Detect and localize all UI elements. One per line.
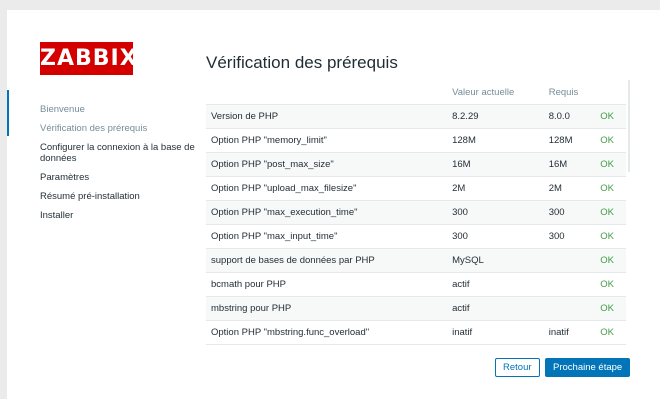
row-name: Option PHP "memory_limit" bbox=[206, 128, 453, 153]
row-status: OK bbox=[600, 248, 626, 273]
row-required: 2M bbox=[548, 176, 601, 201]
row-name: Option PHP "post_max_size" bbox=[206, 152, 453, 177]
header-required: Requis bbox=[548, 80, 601, 105]
step-db-connection: Configurer la connexion à la base de don… bbox=[40, 142, 195, 164]
row-status: OK bbox=[600, 152, 626, 177]
row-current: 300 bbox=[452, 200, 549, 225]
row-required bbox=[548, 272, 601, 297]
row-current: 300 bbox=[452, 224, 549, 249]
row-status: OK bbox=[600, 272, 626, 297]
row-status: OK bbox=[600, 224, 626, 249]
back-button[interactable]: Retour bbox=[495, 358, 540, 377]
step-prerequisites: Vérification des prérequis bbox=[40, 123, 148, 134]
row-current: 128M bbox=[452, 128, 549, 153]
row-required bbox=[548, 248, 601, 273]
row-status: OK bbox=[600, 104, 626, 129]
table-row: mbstring pour PHP actif OK bbox=[206, 296, 626, 321]
header-current-value: Valeur actuelle bbox=[452, 80, 549, 105]
row-current: 8.2.29 bbox=[452, 104, 549, 129]
table-row: Version de PHP 8.2.29 8.0.0 OK bbox=[206, 104, 626, 129]
row-required: 300 bbox=[548, 224, 601, 249]
table-row: Option PHP "memory_limit" 128M 128M OK bbox=[206, 128, 626, 153]
row-name: mbstring pour PHP bbox=[206, 296, 453, 321]
next-step-button[interactable]: Prochaine étape bbox=[545, 358, 631, 377]
step-settings: Paramètres bbox=[40, 172, 90, 183]
row-current: MySQL bbox=[452, 248, 549, 273]
row-name: bcmath pour PHP bbox=[206, 272, 453, 297]
zabbix-logo: ZABBIX bbox=[40, 42, 137, 75]
step-summary: Résumé pré-installation bbox=[40, 191, 140, 202]
table-row: Option PHP "upload_max_filesize" 2M 2M O… bbox=[206, 176, 626, 201]
row-required: 8.0.0 bbox=[548, 104, 601, 129]
row-current: actif bbox=[452, 272, 549, 297]
row-status: OK bbox=[600, 176, 626, 201]
table-scrollbar[interactable] bbox=[628, 80, 630, 172]
row-current: inatif bbox=[452, 320, 549, 345]
setup-steps-list: Bienvenue Vérification des prérequis Con… bbox=[40, 104, 200, 229]
row-status: OK bbox=[600, 320, 626, 345]
page-title: Vérification des prérequis bbox=[206, 53, 398, 72]
step-welcome: Bienvenue bbox=[40, 104, 85, 115]
table-header-row: Valeur actuelle Requis bbox=[206, 80, 626, 105]
row-required: 16M bbox=[548, 152, 601, 177]
row-name: Option PHP "max_input_time" bbox=[206, 224, 453, 249]
row-status: OK bbox=[600, 128, 626, 153]
header-name bbox=[206, 80, 453, 105]
row-current: 2M bbox=[452, 176, 549, 201]
table-row: support de bases de données par PHP MySQ… bbox=[206, 248, 626, 273]
row-required: 128M bbox=[548, 128, 601, 153]
row-name: Option PHP "upload_max_filesize" bbox=[206, 176, 453, 201]
row-status: OK bbox=[600, 296, 626, 321]
table-row: Option PHP "max_execution_time" 300 300 … bbox=[206, 200, 626, 225]
step-install: Installer bbox=[40, 210, 74, 221]
row-name: support de bases de données par PHP bbox=[206, 248, 453, 273]
row-current: 16M bbox=[452, 152, 549, 177]
prerequisites-table: Valeur actuelle Requis Version de PHP 8.… bbox=[206, 80, 626, 345]
header-status bbox=[600, 80, 626, 105]
row-name: Version de PHP bbox=[206, 104, 453, 129]
row-name: Option PHP "max_execution_time" bbox=[206, 200, 453, 225]
row-status: OK bbox=[600, 200, 626, 225]
table-row: bcmath pour PHP actif OK bbox=[206, 272, 626, 297]
row-required: inatif bbox=[548, 320, 601, 345]
row-current: actif bbox=[452, 296, 549, 321]
row-required bbox=[548, 296, 601, 321]
row-required: 300 bbox=[548, 200, 601, 225]
row-name: Option PHP "mbstring.func_overload" bbox=[206, 320, 453, 345]
table-row: Option PHP "post_max_size" 16M 16M OK bbox=[206, 152, 626, 177]
step-progress-indicator bbox=[7, 90, 9, 136]
table-row: Option PHP "max_input_time" 300 300 OK bbox=[206, 224, 626, 249]
table-row: Option PHP "mbstring.func_overload" inat… bbox=[206, 320, 626, 345]
